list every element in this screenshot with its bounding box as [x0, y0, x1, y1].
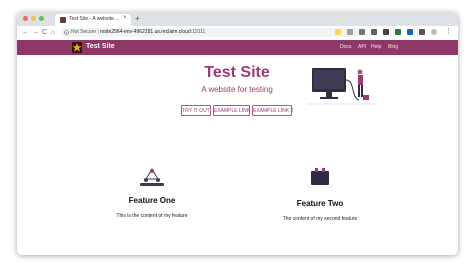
hero-subtitle: A website for testing	[201, 85, 273, 94]
extension-icon[interactable]	[383, 29, 389, 35]
browser-toolbar: ← → C ⌂ Not Secure | node2564-env-496218…	[17, 26, 458, 41]
feature-one-illustration	[135, 168, 169, 188]
feature-one-title: Feature One	[128, 196, 176, 205]
browser-tab[interactable]: Test Site - A website for testing ×	[55, 14, 131, 26]
back-button[interactable]: ←	[22, 28, 29, 38]
feature-two-text: The content of my second feature	[282, 216, 358, 222]
tab-strip: Test Site - A website for testing × +	[17, 12, 458, 26]
close-window-button[interactable]	[23, 16, 28, 21]
nav-link-blog[interactable]: Blog	[388, 44, 398, 50]
url-host: node2564-env-4962181.us.reclaim.cloud	[100, 29, 191, 35]
hero-title: Test Site	[204, 64, 270, 81]
nav-link-help[interactable]: Help	[371, 44, 381, 50]
hero-illustration	[307, 68, 377, 105]
feature-one-text: This is the content of my feature	[116, 213, 188, 219]
menu-kebab-icon[interactable]: ⋮	[445, 27, 452, 37]
extension-icon[interactable]	[371, 29, 377, 35]
extension-icon[interactable]	[395, 29, 401, 35]
try-it-out-button[interactable]: TRY IT OUT	[181, 105, 211, 116]
nav-link-api[interactable]: API	[358, 44, 366, 50]
security-label: Not Secure	[71, 29, 97, 35]
tab-close-icon[interactable]: ×	[123, 15, 127, 21]
extension-icon[interactable]	[419, 29, 425, 35]
url-text: Not Secure | node2564-env-4962181.us.rec…	[71, 29, 206, 35]
minimize-window-button[interactable]	[31, 16, 36, 21]
reload-button[interactable]: C	[42, 28, 47, 38]
nav-link-docs[interactable]: Docs	[340, 44, 351, 50]
new-tab-button[interactable]: +	[135, 14, 140, 24]
tab-title: Test Site - A website for testing	[69, 16, 119, 22]
maximize-window-button[interactable]	[39, 16, 44, 21]
favicon-icon	[60, 17, 66, 23]
site-brand[interactable]: Test Site	[86, 43, 115, 50]
feature-two-title: Feature Two	[296, 199, 344, 208]
address-bar[interactable]: Not Secure | node2564-env-4962181.us.rec…	[61, 28, 361, 37]
site-navbar: Test Site Docs API Help Blog	[17, 40, 458, 55]
profile-avatar[interactable]	[431, 29, 437, 35]
bookmark-star-icon[interactable]	[335, 29, 341, 35]
extension-icon[interactable]	[359, 29, 365, 35]
info-icon[interactable]	[64, 30, 69, 35]
forward-button[interactable]: →	[32, 28, 39, 38]
browser-window: Test Site - A website for testing × + ← …	[17, 12, 458, 255]
logo-star-icon[interactable]	[72, 42, 82, 53]
extension-icon[interactable]	[347, 29, 353, 35]
home-button[interactable]: ⌂	[51, 28, 55, 38]
example-link-button[interactable]: EXAMPLE LINK	[213, 105, 250, 116]
url-port: :11011	[190, 29, 206, 35]
feature-two-illustration	[307, 168, 333, 188]
extension-icon[interactable]	[407, 29, 413, 35]
example-link-2-button[interactable]: EXAMPLE LINK 2	[252, 105, 293, 116]
